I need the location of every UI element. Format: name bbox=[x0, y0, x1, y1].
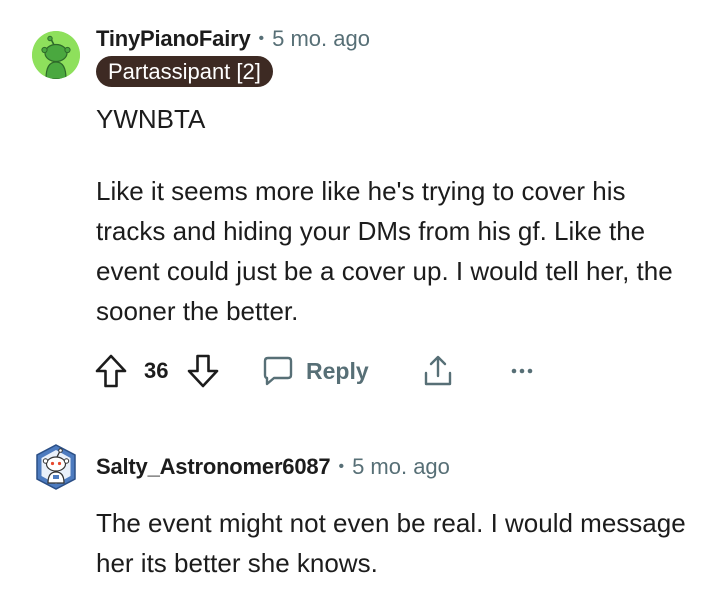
comment-body: The event might not even be real. I woul… bbox=[96, 503, 696, 583]
timestamp[interactable]: 5 mo. ago bbox=[352, 454, 450, 480]
username[interactable]: TinyPianoFairy bbox=[96, 26, 251, 52]
meta-separator: • bbox=[258, 30, 265, 47]
downvote-button[interactable] bbox=[186, 350, 220, 392]
snoo-astronaut-avatar-icon bbox=[36, 444, 76, 490]
comment-paragraph: Like it seems more like he's trying to c… bbox=[96, 176, 680, 326]
more-options-button[interactable] bbox=[510, 350, 534, 392]
reply-button[interactable]: Reply bbox=[262, 350, 369, 392]
snoo-avatar-icon bbox=[32, 31, 80, 79]
meta-separator: • bbox=[338, 458, 345, 475]
comment-paragraph: The event might not even be real. I woul… bbox=[96, 508, 693, 578]
timestamp[interactable]: 5 mo. ago bbox=[272, 26, 370, 52]
comment-meta: Salty_Astronomer6087 • 5 mo. ago bbox=[96, 454, 450, 480]
vote-count: 36 bbox=[144, 358, 169, 383]
comment-paragraph: YWNBTA bbox=[96, 104, 206, 134]
share-button[interactable] bbox=[422, 350, 454, 392]
user-flair: Partassipant [2] bbox=[96, 56, 273, 87]
reply-label: Reply bbox=[306, 357, 369, 384]
comment-actions: 36 Reply bbox=[94, 350, 554, 392]
vote-count-wrap: 36 bbox=[144, 350, 168, 392]
avatar[interactable] bbox=[32, 443, 80, 491]
speech-bubble-icon bbox=[263, 356, 293, 386]
share-icon bbox=[424, 355, 452, 386]
comment-body: YWNBTA Like it seems more like he's tryi… bbox=[96, 99, 696, 331]
username[interactable]: Salty_Astronomer6087 bbox=[96, 454, 331, 480]
upvote-button[interactable] bbox=[94, 350, 128, 392]
avatar[interactable] bbox=[32, 31, 80, 79]
ellipsis-icon bbox=[511, 368, 533, 374]
arrow-up-icon bbox=[95, 354, 127, 388]
comment-meta: TinyPianoFairy • 5 mo. ago bbox=[96, 26, 370, 52]
arrow-down-icon bbox=[187, 354, 219, 388]
